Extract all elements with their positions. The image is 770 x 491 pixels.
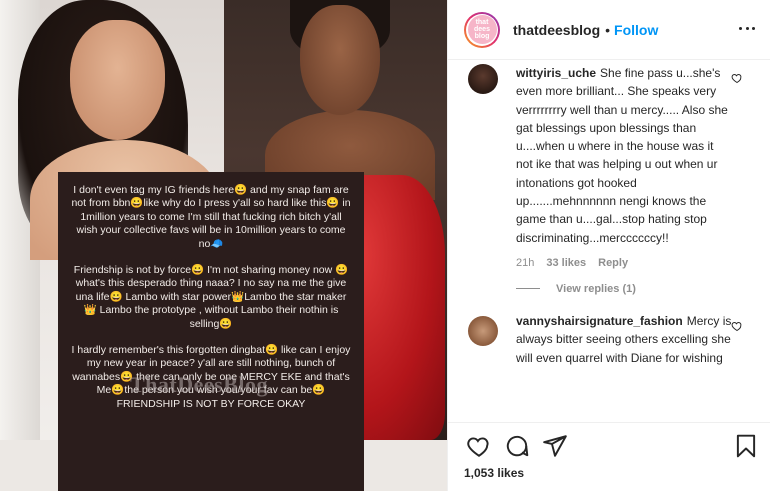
comments-list[interactable]: wittyiris_uche She fine pass u...she's ev… xyxy=(448,60,770,422)
share-icon[interactable] xyxy=(542,433,568,459)
comment-icon[interactable] xyxy=(504,433,530,459)
post-header: that dees blog thatdeesblog • Follow xyxy=(448,0,770,60)
comment-time[interactable]: 21h xyxy=(516,257,534,269)
action-bar: 1,053 likes xyxy=(448,422,770,491)
comment-item: wittyiris_uche She fine pass u...she's ev… xyxy=(448,64,770,295)
separator-dot: • xyxy=(605,21,611,38)
post-username[interactable]: thatdeesblog xyxy=(513,22,600,38)
more-options-icon[interactable] xyxy=(739,20,755,36)
heart-icon[interactable] xyxy=(466,433,492,459)
comment-meta: 21h 33 likes Reply xyxy=(516,257,733,269)
post-image[interactable]: I don't even tag my IG friends here😀 and… xyxy=(0,0,447,491)
screenshot-text-card: I don't even tag my IG friends here😀 and… xyxy=(58,172,364,491)
view-replies-button[interactable]: View replies (1) xyxy=(516,283,733,295)
comment-text: She fine pass u...she's even more brilli… xyxy=(516,66,728,245)
instagram-post-view: I don't even tag my IG friends here😀 and… xyxy=(0,0,770,491)
card-paragraph: Friendship is not by force😀 I'm not shar… xyxy=(73,264,349,330)
post-sidebar: that dees blog thatdeesblog • Follow wit… xyxy=(447,0,770,491)
likes-count[interactable]: 1,053 likes xyxy=(464,466,524,480)
avatar[interactable] xyxy=(468,315,498,346)
comment-item: vannyshairsignature_fashion Mercy is alwa… xyxy=(448,312,770,367)
comment-likes[interactable]: 33 likes xyxy=(546,257,586,269)
comment-like-heart-icon[interactable] xyxy=(731,320,743,332)
avatar[interactable]: that dees blog xyxy=(464,11,500,48)
watermark: ThatDeesBlog xyxy=(130,372,268,397)
avatar[interactable] xyxy=(468,64,498,94)
bookmark-icon[interactable] xyxy=(733,433,759,459)
avatar-logo: that dees blog xyxy=(467,15,497,44)
follow-button[interactable]: Follow xyxy=(614,22,658,38)
comment-username[interactable]: vannyshairsignature_fashion xyxy=(516,314,683,328)
card-paragraph: I don't even tag my IG friends here😀 and… xyxy=(71,184,351,250)
comment-username[interactable]: wittyiris_uche xyxy=(516,66,596,80)
reply-button[interactable]: Reply xyxy=(598,257,628,269)
comment-like-heart-icon[interactable] xyxy=(731,72,743,84)
